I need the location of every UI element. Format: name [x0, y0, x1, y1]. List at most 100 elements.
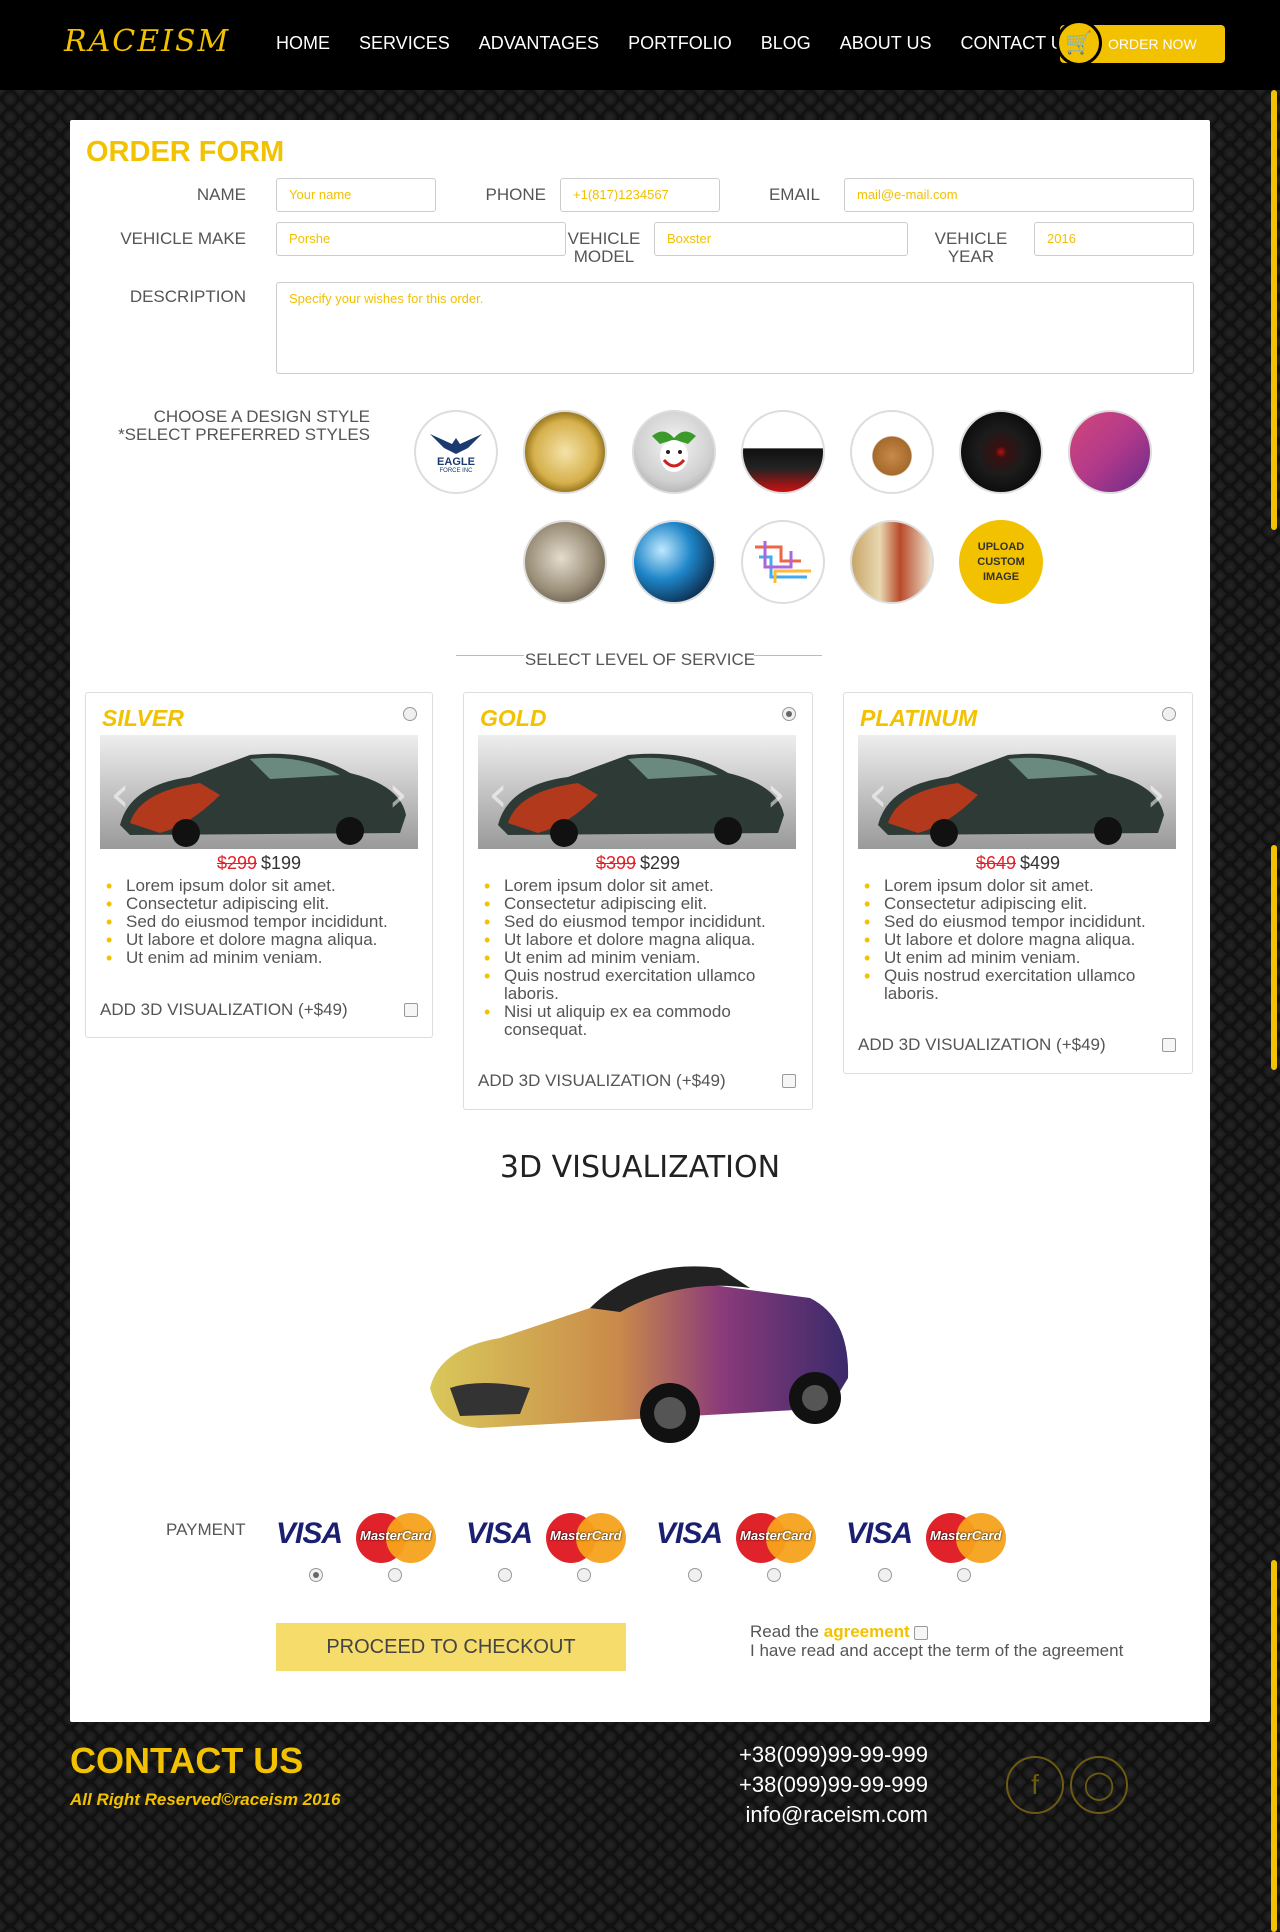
tier-radio[interactable] [1162, 707, 1176, 721]
footer-phone-1[interactable]: +38(099)99-99-999 [700, 1742, 928, 1768]
design-style-collage[interactable] [850, 520, 934, 604]
scrollbar-indicator[interactable] [1271, 845, 1277, 1070]
agreement-accept-text: I have read and accept the term of the a… [750, 1641, 1124, 1660]
payment-option[interactable]: VISA MasterCard [846, 1513, 1006, 1563]
payment-option[interactable]: VISA MasterCard [466, 1513, 626, 1563]
mastercard-radio[interactable] [767, 1568, 781, 1582]
add-3d-checkbox[interactable] [404, 1003, 418, 1017]
design-style-lines[interactable] [741, 520, 825, 604]
agreement-checkbox[interactable] [914, 1625, 929, 1640]
tier-price: $399 $299 [464, 853, 812, 874]
vehicle-make-label: VEHICLE MAKE [120, 229, 246, 248]
design-style-touch[interactable] [632, 520, 716, 604]
design-style-dark-hex[interactable] [959, 410, 1043, 494]
tier-card-silver[interactable]: SILVER ‹ › $299$199 Lorem ipsum dolor si… [85, 692, 433, 1038]
feature-list: Lorem ipsum dolor sit amet. Consectetur … [864, 877, 1164, 1003]
car-image [878, 753, 1164, 847]
design-style-icons[interactable] [1068, 410, 1152, 494]
proceed-to-checkout-button[interactable]: PROCEED TO CHECKOUT [276, 1623, 626, 1671]
email-input[interactable]: mail@e-mail.com [844, 178, 1194, 212]
mastercard-radio[interactable] [957, 1568, 971, 1582]
add-3d-checkbox[interactable] [1162, 1038, 1176, 1052]
main-menu: HOME SERVICES ADVANTAGES PORTFOLIO BLOG … [276, 33, 1105, 54]
lines-icon [755, 541, 811, 583]
add-3d-label: ADD 3D VISUALIZATION (+$49) [100, 1000, 348, 1019]
upload-label-line2: CUSTOM IMAGE [977, 555, 1025, 583]
slider-prev-arrow[interactable]: ‹ [488, 765, 508, 823]
tier-radio[interactable] [403, 707, 417, 721]
slider-next-arrow[interactable]: › [766, 765, 786, 823]
payment-option[interactable]: VISA MasterCard [276, 1513, 436, 1563]
mastercard-radio[interactable] [577, 1568, 591, 1582]
feature-item: Ut enim ad minim veniam. [484, 949, 784, 968]
vehicle-year-input[interactable]: 2016 [1034, 222, 1194, 256]
design-style-restaurant[interactable] [523, 410, 607, 494]
tier-card-gold[interactable]: GOLD ‹ › $399$299 Lorem ipsum dolor sit … [463, 692, 813, 1110]
eagle-logo-subtext: FORCE INC [439, 468, 473, 474]
slider-prev-arrow[interactable]: ‹ [110, 765, 130, 823]
site-logo[interactable]: RACEISM [64, 24, 230, 59]
design-style-dog[interactable] [850, 410, 934, 494]
nav-home[interactable]: HOME [276, 33, 330, 54]
upload-label-line1: UPLOAD [977, 540, 1025, 553]
service-level-title: SELECT LEVEL OF SERVICE [524, 650, 756, 669]
slider-next-arrow[interactable]: › [388, 765, 408, 823]
vehicle-model-input[interactable]: Boxster [654, 222, 908, 256]
nav-about-us[interactable]: ABOUT US [840, 33, 932, 54]
nav-services[interactable]: SERVICES [359, 33, 450, 54]
feature-item: Nisi ut aliquip ex ea commodo consequat. [484, 1003, 784, 1039]
design-style-joker[interactable] [632, 410, 716, 494]
description-textarea[interactable]: Specify your wishes for this order. [276, 282, 1194, 374]
scrollbar-indicator[interactable] [1271, 90, 1277, 530]
old-price: $399 [595, 853, 636, 873]
visa-radio[interactable] [498, 1568, 512, 1582]
mastercard-logo-text: MasterCard [360, 1528, 432, 1543]
tier-image-slider[interactable]: ‹ › [478, 735, 796, 849]
vehicle-make-input[interactable]: Porshe [276, 222, 566, 256]
tier-card-platinum[interactable]: PLATINUM ‹ › $649$499 Lorem ipsum dolor … [843, 692, 1193, 1074]
footer-copyright: All Right Reserved©raceism 2016 [70, 1790, 341, 1809]
instagram-icon[interactable]: ◯ [1070, 1756, 1128, 1814]
tier-name: PLATINUM [860, 705, 978, 731]
top-navbar: RACEISM HOME SERVICES ADVANTAGES PORTFOL… [0, 0, 1280, 90]
agreement-link[interactable]: agreement [824, 1622, 910, 1641]
tier-image-slider[interactable]: ‹ › [858, 735, 1176, 849]
visa-radio[interactable] [688, 1568, 702, 1582]
design-style-label: CHOOSE A DESIGN STYLE *SELECT PREFERRED … [90, 408, 370, 444]
slider-prev-arrow[interactable]: ‹ [868, 765, 888, 823]
design-style-city[interactable] [741, 410, 825, 494]
add-3d-label: ADD 3D VISUALIZATION (+$49) [858, 1035, 1106, 1054]
feature-item: Consectetur adipiscing elit. [484, 895, 784, 914]
cart-icon[interactable]: 🛒 [1056, 20, 1102, 66]
payment-label: PAYMENT [166, 1520, 246, 1539]
upload-custom-image-button[interactable]: UPLOAD CUSTOM IMAGE [959, 520, 1043, 604]
feature-list: Lorem ipsum dolor sit amet. Consectetur … [484, 877, 784, 1039]
visa-radio-selected[interactable] [309, 1568, 323, 1582]
feature-item: Ut enim ad minim veniam. [864, 949, 1164, 968]
scrollbar-indicator[interactable] [1271, 1560, 1277, 1932]
design-style-statue[interactable] [523, 520, 607, 604]
feature-item: Sed do eiusmod tempor incididunt. [106, 913, 406, 932]
tier-name: GOLD [480, 705, 547, 731]
facebook-icon[interactable]: f [1006, 1756, 1064, 1814]
phone-input[interactable]: +1(817)1234567 [560, 178, 720, 212]
vehicle-year-label-line1: VEHICLE [934, 229, 1008, 248]
mastercard-radio[interactable] [388, 1568, 402, 1582]
footer-email[interactable]: info@raceism.com [700, 1802, 929, 1828]
nav-advantages[interactable]: ADVANTAGES [479, 33, 599, 54]
name-input[interactable]: Your name [276, 178, 436, 212]
tier-radio-selected[interactable] [782, 707, 796, 721]
tier-image-slider[interactable]: ‹ › [100, 735, 418, 849]
design-style-eagle[interactable]: EAGLE FORCE INC [414, 410, 498, 494]
slider-next-arrow[interactable]: › [1146, 765, 1166, 823]
feature-item: Sed do eiusmod tempor incididunt. [864, 913, 1164, 932]
nav-blog[interactable]: BLOG [761, 33, 811, 54]
mastercard-logo: MasterCard [546, 1513, 626, 1563]
add-3d-checkbox[interactable] [782, 1074, 796, 1088]
tier-name: SILVER [102, 705, 184, 731]
feature-item: Ut labore et dolore magna aliqua. [484, 931, 784, 950]
payment-option[interactable]: VISA MasterCard [656, 1513, 816, 1563]
footer-phone-2[interactable]: +38(099)99-99-999 [700, 1772, 928, 1798]
nav-portfolio[interactable]: PORTFOLIO [628, 33, 732, 54]
visa-radio[interactable] [878, 1568, 892, 1582]
